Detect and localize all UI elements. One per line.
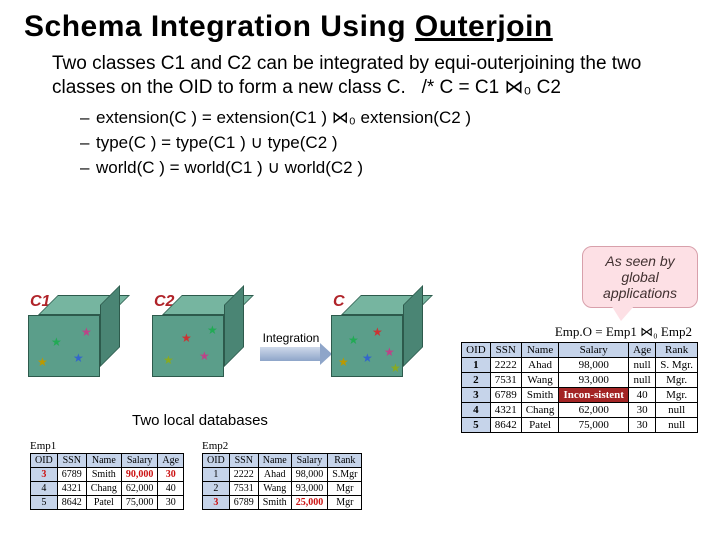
- callout-global-apps: As seen by global applications: [582, 246, 698, 308]
- table-header-row: OID SSN Name Salary Age: [31, 454, 184, 468]
- th: Name: [258, 454, 291, 468]
- bullet-item: world(C ) = world(C1 ) ∪ world(C2 ): [80, 158, 696, 178]
- table-header-row: OID SSN Name Salary Rank: [203, 454, 362, 468]
- cubes-diagram: C1 ★ ★ ★ ★ C2 ★ ★ ★ ★ Integration C ★ ★ …: [28, 285, 408, 405]
- table-row: 58642Patel75,00030: [31, 496, 184, 510]
- table-row: 27531Wang93,000nullMgr.: [462, 373, 698, 388]
- cube-c2: C2 ★ ★ ★ ★: [152, 295, 244, 377]
- table-header-row: OID SSN Name Salary Age Rank: [462, 343, 698, 358]
- emp2-table: OID SSN Name Salary Rank 12222Ahad98,000…: [202, 453, 362, 510]
- th: Salary: [559, 343, 629, 358]
- th: Rank: [328, 454, 362, 468]
- bullet-list: extension(C ) = extension(C1 ) ⋈₀ extens…: [80, 108, 696, 178]
- th: SSN: [229, 454, 258, 468]
- table-row: 12222Ahad98,000S.Mgr: [203, 468, 362, 482]
- title-text-plain: Schema Integration Using: [24, 10, 415, 43]
- emp-o-equation: Emp.O = Emp1 ⋈₀ Emp2: [555, 324, 692, 340]
- table-row: 58642Patel75,00030null: [462, 418, 698, 433]
- local-databases-label: Two local databases: [132, 412, 268, 429]
- arrow-icon: [260, 347, 322, 361]
- table-row: 36789SmithIncon-sistent40Mgr.: [462, 388, 698, 403]
- th: Salary: [291, 454, 328, 468]
- th: Age: [158, 454, 184, 468]
- th: Age: [628, 343, 655, 358]
- emp2-caption: Emp2: [202, 440, 362, 452]
- th: Rank: [656, 343, 698, 358]
- cube-c-label: C: [333, 293, 345, 311]
- emp1-table: OID SSN Name Salary Age 36789Smith90,000…: [30, 453, 184, 510]
- emp1-block: Emp1 OID SSN Name Salary Age 36789Smith9…: [30, 440, 184, 510]
- table-row: 36789Smith90,00030: [31, 468, 184, 482]
- th: Salary: [121, 454, 158, 468]
- empo-table: OID SSN Name Salary Age Rank 12222Ahad98…: [461, 342, 698, 433]
- th: OID: [31, 454, 58, 468]
- th: Name: [521, 343, 559, 358]
- empo-block: OID SSN Name Salary Age Rank 12222Ahad98…: [461, 342, 698, 433]
- emp1-caption: Emp1: [30, 440, 184, 452]
- th: SSN: [57, 454, 86, 468]
- cube-c: C ★ ★ ★ ★ ★ ★: [331, 295, 423, 377]
- table-row: 27531Wang93,000Mgr: [203, 482, 362, 496]
- th: OID: [203, 454, 230, 468]
- bullet-item: type(C ) = type(C1 ) ∪ type(C2 ): [80, 133, 696, 153]
- title-text-underlined: Outerjoin: [415, 10, 553, 43]
- table-row: 12222Ahad98,000nullS. Mgr.: [462, 358, 698, 373]
- th: OID: [462, 343, 491, 358]
- emp2-block: Emp2 OID SSN Name Salary Rank 12222Ahad9…: [202, 440, 362, 510]
- integration-arrow: Integration: [254, 331, 328, 361]
- table-row: 44321Chang62,00040: [31, 482, 184, 496]
- table-row: 44321Chang62,00030null: [462, 403, 698, 418]
- table-row: 36789Smith25,000Mgr: [203, 496, 362, 510]
- integration-arrow-label: Integration: [254, 331, 328, 345]
- cube-c1: C1 ★ ★ ★ ★: [28, 295, 120, 377]
- bullet-item: extension(C ) = extension(C1 ) ⋈₀ extens…: [80, 108, 696, 128]
- th: Name: [86, 454, 121, 468]
- slide-title: Schema Integration Using Outerjoin: [24, 10, 696, 44]
- body-paragraph: Two classes C1 and C2 can be integrated …: [52, 52, 674, 100]
- th: SSN: [490, 343, 521, 358]
